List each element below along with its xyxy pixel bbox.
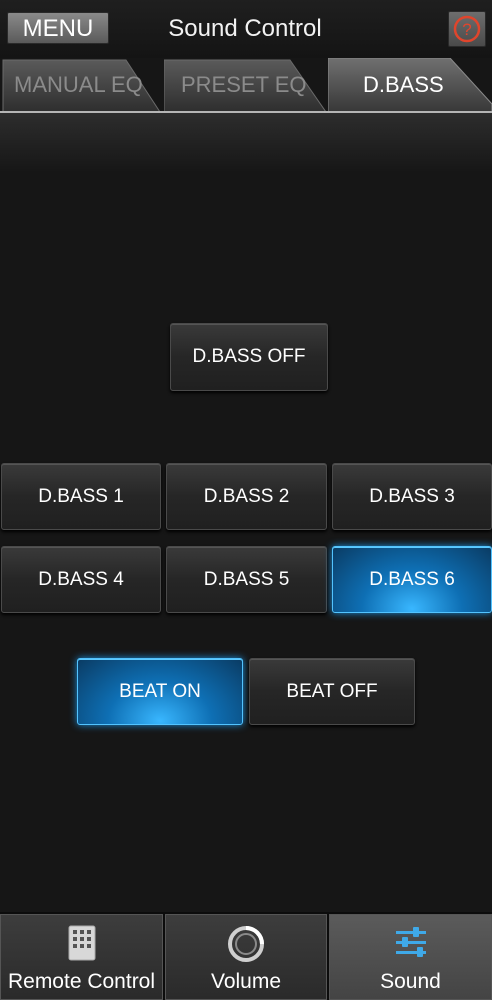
nav-remote-control-label: Remote Control: [7, 970, 156, 993]
page-title: Sound Control: [168, 15, 322, 42]
tab-dbass[interactable]: D.BASS: [328, 58, 492, 114]
volume-knob-icon: [228, 926, 264, 962]
nav-remote-control[interactable]: Remote Control: [0, 914, 163, 1000]
nav-volume-label: Volume: [210, 970, 282, 993]
tab-dbass-label: D.BASS: [363, 72, 444, 97]
content-top-shadow: [0, 113, 492, 173]
help-icon: ?: [453, 15, 481, 43]
dbass-1-button[interactable]: D.BASS 1: [1, 463, 161, 530]
remote-icon: [68, 925, 95, 961]
dbass-3-button[interactable]: D.BASS 3: [332, 463, 492, 530]
tab-manual-eq[interactable]: MANUAL EQ: [0, 58, 162, 112]
beat-off-button[interactable]: BEAT OFF: [249, 658, 415, 725]
dbass-2-button[interactable]: D.BASS 2: [166, 463, 327, 530]
svg-text:?: ?: [462, 20, 471, 39]
equalizer-icon: [395, 927, 426, 957]
dbass-6-button[interactable]: D.BASS 6: [332, 546, 492, 613]
tab-preset-eq-label: PRESET EQ: [181, 72, 307, 97]
help-button[interactable]: ?: [448, 11, 486, 47]
menu-button[interactable]: MENU: [7, 12, 109, 44]
app-header: MENU Sound Control ?: [0, 0, 492, 58]
dbass-off-button[interactable]: D.BASS OFF: [170, 323, 328, 391]
nav-sound-label: Sound: [380, 970, 441, 993]
tab-manual-eq-label: MANUAL EQ: [14, 72, 143, 97]
nav-sound[interactable]: Sound: [329, 914, 492, 1000]
nav-volume[interactable]: Volume: [165, 914, 327, 1000]
dbass-4-button[interactable]: D.BASS 4: [1, 546, 161, 613]
bottom-nav: Remote Control Volume Sound: [0, 912, 492, 1000]
beat-on-button[interactable]: BEAT ON: [77, 658, 243, 725]
dbass-5-button[interactable]: D.BASS 5: [166, 546, 327, 613]
tab-preset-eq[interactable]: PRESET EQ: [164, 58, 328, 112]
tab-bar: MANUAL EQ PRESET EQ D.BASS: [0, 58, 492, 114]
